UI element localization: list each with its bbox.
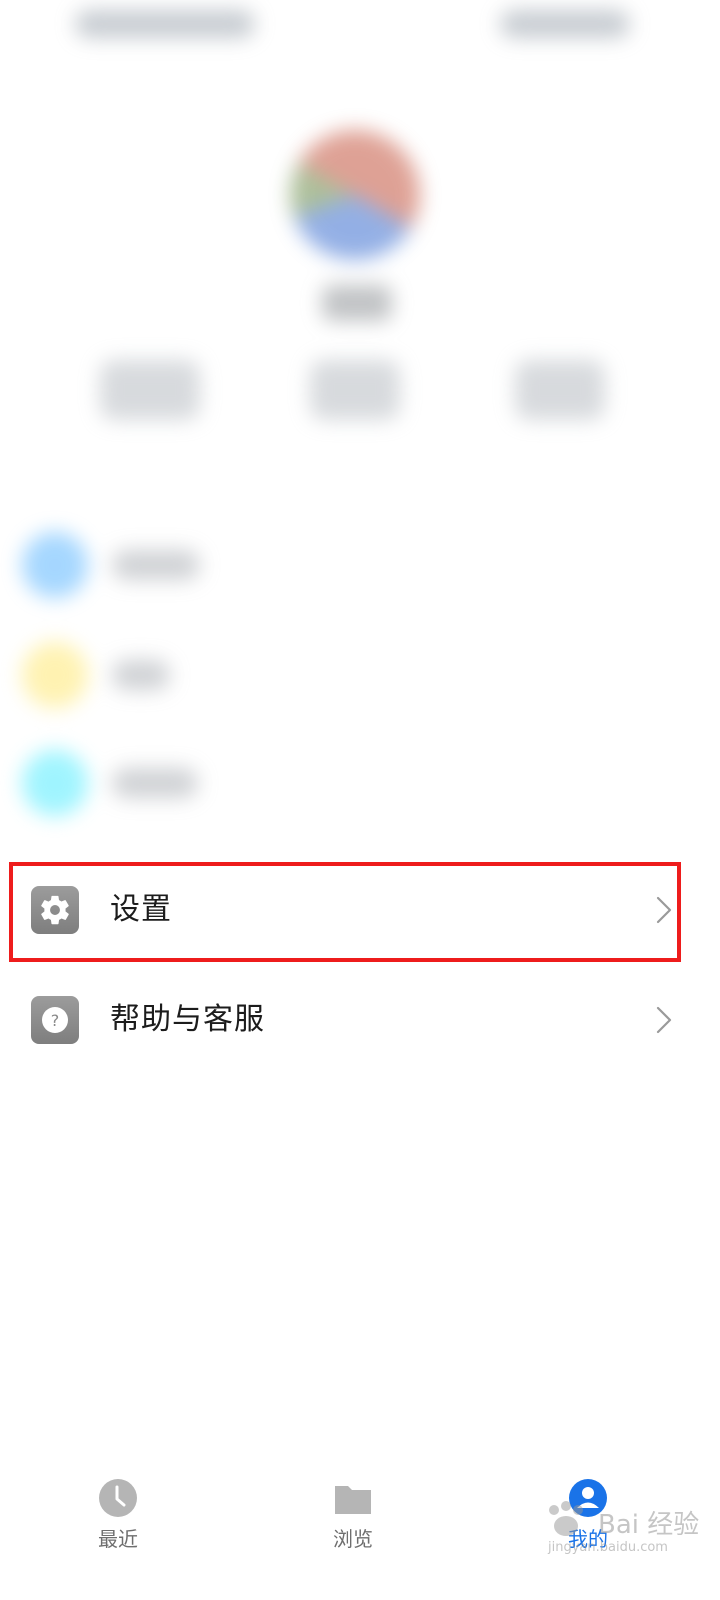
blurred-row-icon-2 (22, 642, 88, 708)
user-icon (569, 1479, 607, 1517)
folder-icon (335, 1486, 371, 1514)
nav-label-recent: 最近 (98, 1527, 138, 1551)
blurred-stat-1[interactable] (100, 360, 200, 420)
blurred-username (322, 285, 392, 321)
help-row[interactable]: ? 帮助与客服 (0, 970, 720, 1070)
nav-tab-browse[interactable]: 浏览 (293, 1474, 413, 1574)
nav-label-mine: 我的 (568, 1527, 608, 1551)
chevron-right-icon (656, 896, 672, 924)
help-label: 帮助与客服 (110, 1002, 265, 1037)
blurred-profile-area (0, 0, 720, 840)
nav-tab-mine[interactable]: 我的 (528, 1474, 648, 1574)
bottom-nav: 最近 浏览 我的 (0, 1460, 720, 1600)
blurred-top-left-item[interactable] (75, 10, 255, 38)
clock-icon (99, 1479, 137, 1517)
svg-text:?: ? (51, 1011, 60, 1030)
screen: 设置 ? 帮助与客服 最近 浏览 我的 Bai 经验 jingyan.baidu… (0, 0, 720, 1600)
blurred-row-label-3[interactable] (112, 768, 198, 798)
gear-icon (31, 886, 79, 934)
blurred-top-right-item[interactable] (500, 10, 630, 38)
blurred-row-icon-1 (22, 532, 88, 598)
nav-tab-recent[interactable]: 最近 (58, 1474, 178, 1574)
blurred-row-label-2[interactable] (112, 660, 170, 690)
blurred-row-icon-3 (22, 750, 88, 816)
blurred-stat-3[interactable] (515, 360, 605, 420)
blurred-stat-2[interactable] (310, 360, 400, 420)
chevron-right-icon (656, 1006, 672, 1034)
blurred-row-label-1[interactable] (112, 550, 200, 580)
question-icon: ? (31, 996, 79, 1044)
avatar[interactable] (290, 130, 420, 260)
settings-label: 设置 (110, 892, 172, 927)
nav-label-browse: 浏览 (333, 1527, 373, 1551)
settings-row[interactable]: 设置 (0, 860, 720, 960)
